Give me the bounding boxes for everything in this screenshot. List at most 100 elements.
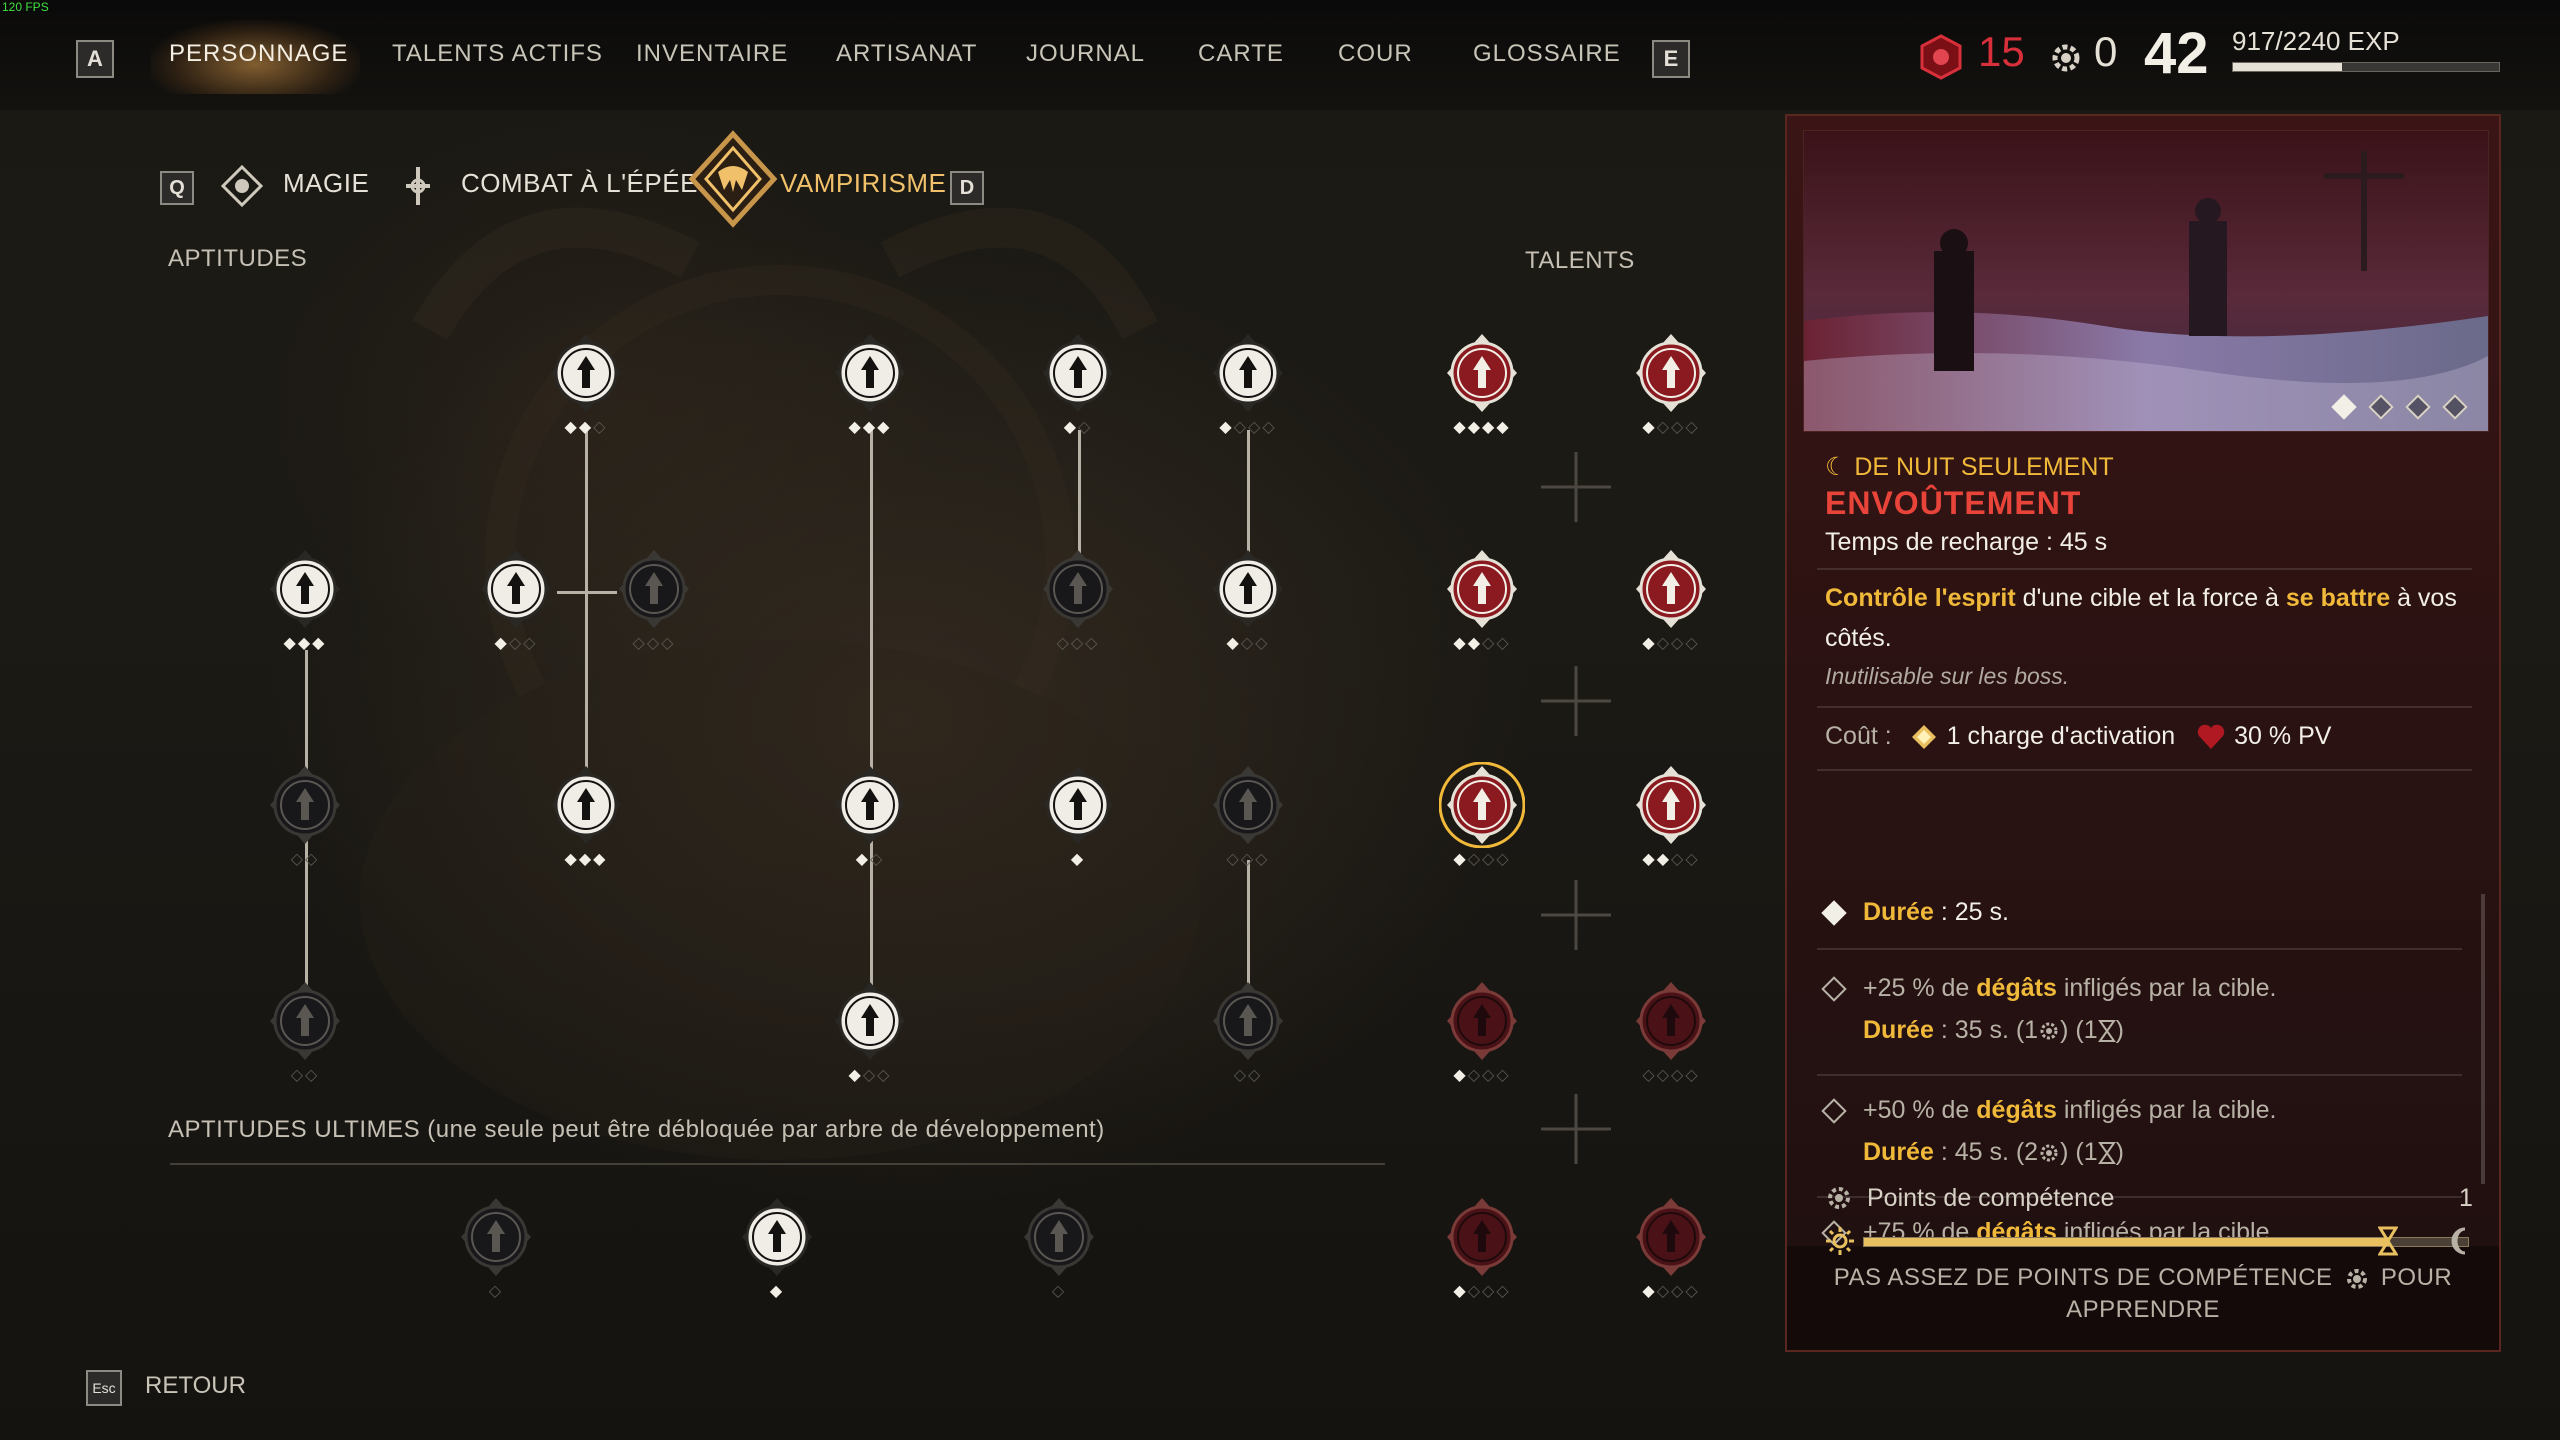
- skill-node[interactable]: ◆◇◇: [1205, 546, 1291, 652]
- subtab-magie[interactable]: MAGIE: [283, 168, 369, 199]
- preview-pagination[interactable]: [2316, 394, 2468, 421]
- blood-heart-icon: [1636, 982, 1706, 1060]
- skill-node[interactable]: ◆◆◆◆: [1439, 330, 1525, 436]
- skill-node[interactable]: ◇◇: [262, 762, 348, 868]
- rank-pips: ◆◇◇◇: [1205, 420, 1291, 436]
- tree-connector: [870, 430, 873, 1020]
- claw-slash-icon: [1213, 550, 1283, 628]
- skill-node[interactable]: ◆◇: [827, 762, 913, 868]
- eye-sigil-icon: [1043, 334, 1113, 412]
- skill-description: Contrôle l'esprit d'une cible et la forc…: [1825, 584, 2457, 612]
- skill-node[interactable]: ◇: [1016, 1194, 1102, 1300]
- rank-filled-icon: ◆: [593, 851, 608, 868]
- skill-node[interactable]: ◇◇: [262, 978, 348, 1084]
- tab-talents-actifs[interactable]: TALENTS ACTIFS: [392, 40, 603, 68]
- rank-pips: ◆◇◇◇: [1628, 1284, 1714, 1300]
- rank-diamond-empty-icon: [1821, 1098, 1847, 1125]
- skill-point-icon: [2038, 1020, 2060, 1042]
- rank-3: +50 % de dégâts infligés par la cible.: [1821, 1096, 2276, 1125]
- preview-page-dot[interactable]: [2331, 394, 2357, 420]
- skill-preview-image: [1803, 130, 2489, 432]
- preview-page-dot[interactable]: [2368, 394, 2394, 420]
- rank-filled-icon: ◆: [1642, 851, 1657, 868]
- tab-personnage[interactable]: PERSONNAGE: [169, 40, 348, 68]
- hourglass-icon: [2377, 1226, 2400, 1256]
- rank-filled-icon: ◆: [855, 851, 870, 868]
- tab-glossaire[interactable]: GLOSSAIRE: [1473, 40, 1621, 68]
- rank-pips: ◇◇: [1205, 1068, 1291, 1084]
- skill-node[interactable]: ◆◇◇◇: [1628, 546, 1714, 652]
- tab-carte[interactable]: CARTE: [1198, 40, 1284, 68]
- skill-node[interactable]: ◆◆◇◇: [1439, 546, 1525, 652]
- rank-pips: ◇◇◇◇: [1628, 1068, 1714, 1084]
- panel-divider: [1817, 568, 2472, 570]
- skill-node[interactable]: ◆: [1035, 762, 1121, 868]
- back-button[interactable]: RETOUR: [145, 1372, 246, 1400]
- blood-drops-icon: [270, 766, 340, 844]
- rank-empty-icon: ◇: [661, 635, 676, 652]
- subtab-vampirisme[interactable]: VAMPIRISME: [780, 168, 946, 199]
- rank-empty-icon: ◇: [870, 851, 885, 868]
- skill-node[interactable]: ◆◇◇◇: [1439, 762, 1525, 868]
- skill-node[interactable]: ◆◇◇: [827, 978, 913, 1084]
- rank-empty-icon: ◇: [1233, 1067, 1248, 1084]
- vampire-fangs-icon: [835, 334, 905, 412]
- vampirism-icon[interactable]: [688, 130, 778, 228]
- hourglass-icon: [2097, 1020, 2116, 1043]
- spiral-eye-icon: [1439, 762, 1525, 848]
- rank-empty-icon: ◇: [1671, 1067, 1686, 1084]
- tab-journal[interactable]: JOURNAL: [1026, 40, 1145, 68]
- rank-empty-icon: ◇: [1233, 419, 1248, 436]
- skill-node[interactable]: ◆◇◇◇: [1628, 1194, 1714, 1300]
- ranks-scrollbar[interactable]: [2481, 894, 2485, 1184]
- panel-divider: [1817, 1074, 2462, 1076]
- skill-node[interactable]: ◇◇: [1205, 978, 1291, 1084]
- blood-rain-icon: [1213, 334, 1283, 412]
- rank-pips: ◇◇◇: [1205, 852, 1291, 868]
- rank-diamond-empty-icon: [1821, 976, 1847, 1003]
- skill-node[interactable]: ◇◇◇◇: [1628, 978, 1714, 1084]
- rank-pips: ◆◇◇◇: [1628, 420, 1714, 436]
- skill-node[interactable]: ◆◇: [1035, 330, 1121, 436]
- spiked-heart-icon: [1636, 550, 1706, 628]
- subtab-prev-key[interactable]: Q: [160, 171, 194, 205]
- skill-node[interactable]: ◆◇◇◇: [1439, 1194, 1525, 1300]
- rank-filled-icon: ◆: [1642, 635, 1657, 652]
- skill-node[interactable]: ◆◆◆: [543, 762, 629, 868]
- skill-node[interactable]: ◆◆◇◇: [1628, 762, 1714, 868]
- subtab-combat-epee[interactable]: COMBAT À L'ÉPÉE: [461, 168, 698, 199]
- nav-prev-key[interactable]: A: [76, 40, 114, 78]
- skill-node[interactable]: ◆◆◆: [262, 546, 348, 652]
- skill-node[interactable]: ◆◇◇: [473, 546, 559, 652]
- nav-next-key[interactable]: E: [1652, 40, 1690, 78]
- skill-node[interactable]: ◆: [734, 1194, 820, 1300]
- rank-pips: ◇: [453, 1284, 539, 1300]
- preview-page-dot[interactable]: [2442, 394, 2468, 420]
- skill-node[interactable]: ◇: [453, 1194, 539, 1300]
- rank-empty-icon: ◇: [1656, 419, 1671, 436]
- rank-empty-icon: ◇: [1671, 1283, 1686, 1300]
- preview-page-dot[interactable]: [2405, 394, 2431, 420]
- blood-count: 15: [1978, 28, 2025, 75]
- ultimates-divider: [170, 1163, 1385, 1165]
- skill-node[interactable]: ◆◇◇◇: [1205, 330, 1291, 436]
- esc-key[interactable]: Esc: [86, 1370, 122, 1406]
- skill-node[interactable]: ◆◇◇◇: [1439, 978, 1525, 1084]
- skill-node[interactable]: ◆◆◆: [827, 330, 913, 436]
- skill-node[interactable]: ◇◇◇: [1205, 762, 1291, 868]
- subtab-next-key[interactable]: D: [950, 171, 984, 205]
- tree-connector: [557, 591, 617, 594]
- skill-node[interactable]: ◆◆◇: [543, 330, 629, 436]
- rank-empty-icon: ◇: [1255, 851, 1270, 868]
- rank-empty-icon: ◇: [632, 635, 647, 652]
- skill-node[interactable]: ◇◇◇: [1035, 546, 1121, 652]
- tab-inventaire[interactable]: INVENTAIRE: [636, 40, 788, 68]
- tab-artisanat[interactable]: ARTISANAT: [836, 40, 977, 68]
- skill-node[interactable]: ◇◇◇: [611, 546, 697, 652]
- skill-node[interactable]: ◆◇◇◇: [1628, 330, 1714, 436]
- raven-icon: [1636, 334, 1706, 412]
- tab-cour[interactable]: COUR: [1338, 40, 1413, 68]
- claws-icon: [1213, 766, 1283, 844]
- rank-empty-icon: ◇: [1248, 1067, 1263, 1084]
- rank-diamond-filled-icon: [1821, 900, 1847, 927]
